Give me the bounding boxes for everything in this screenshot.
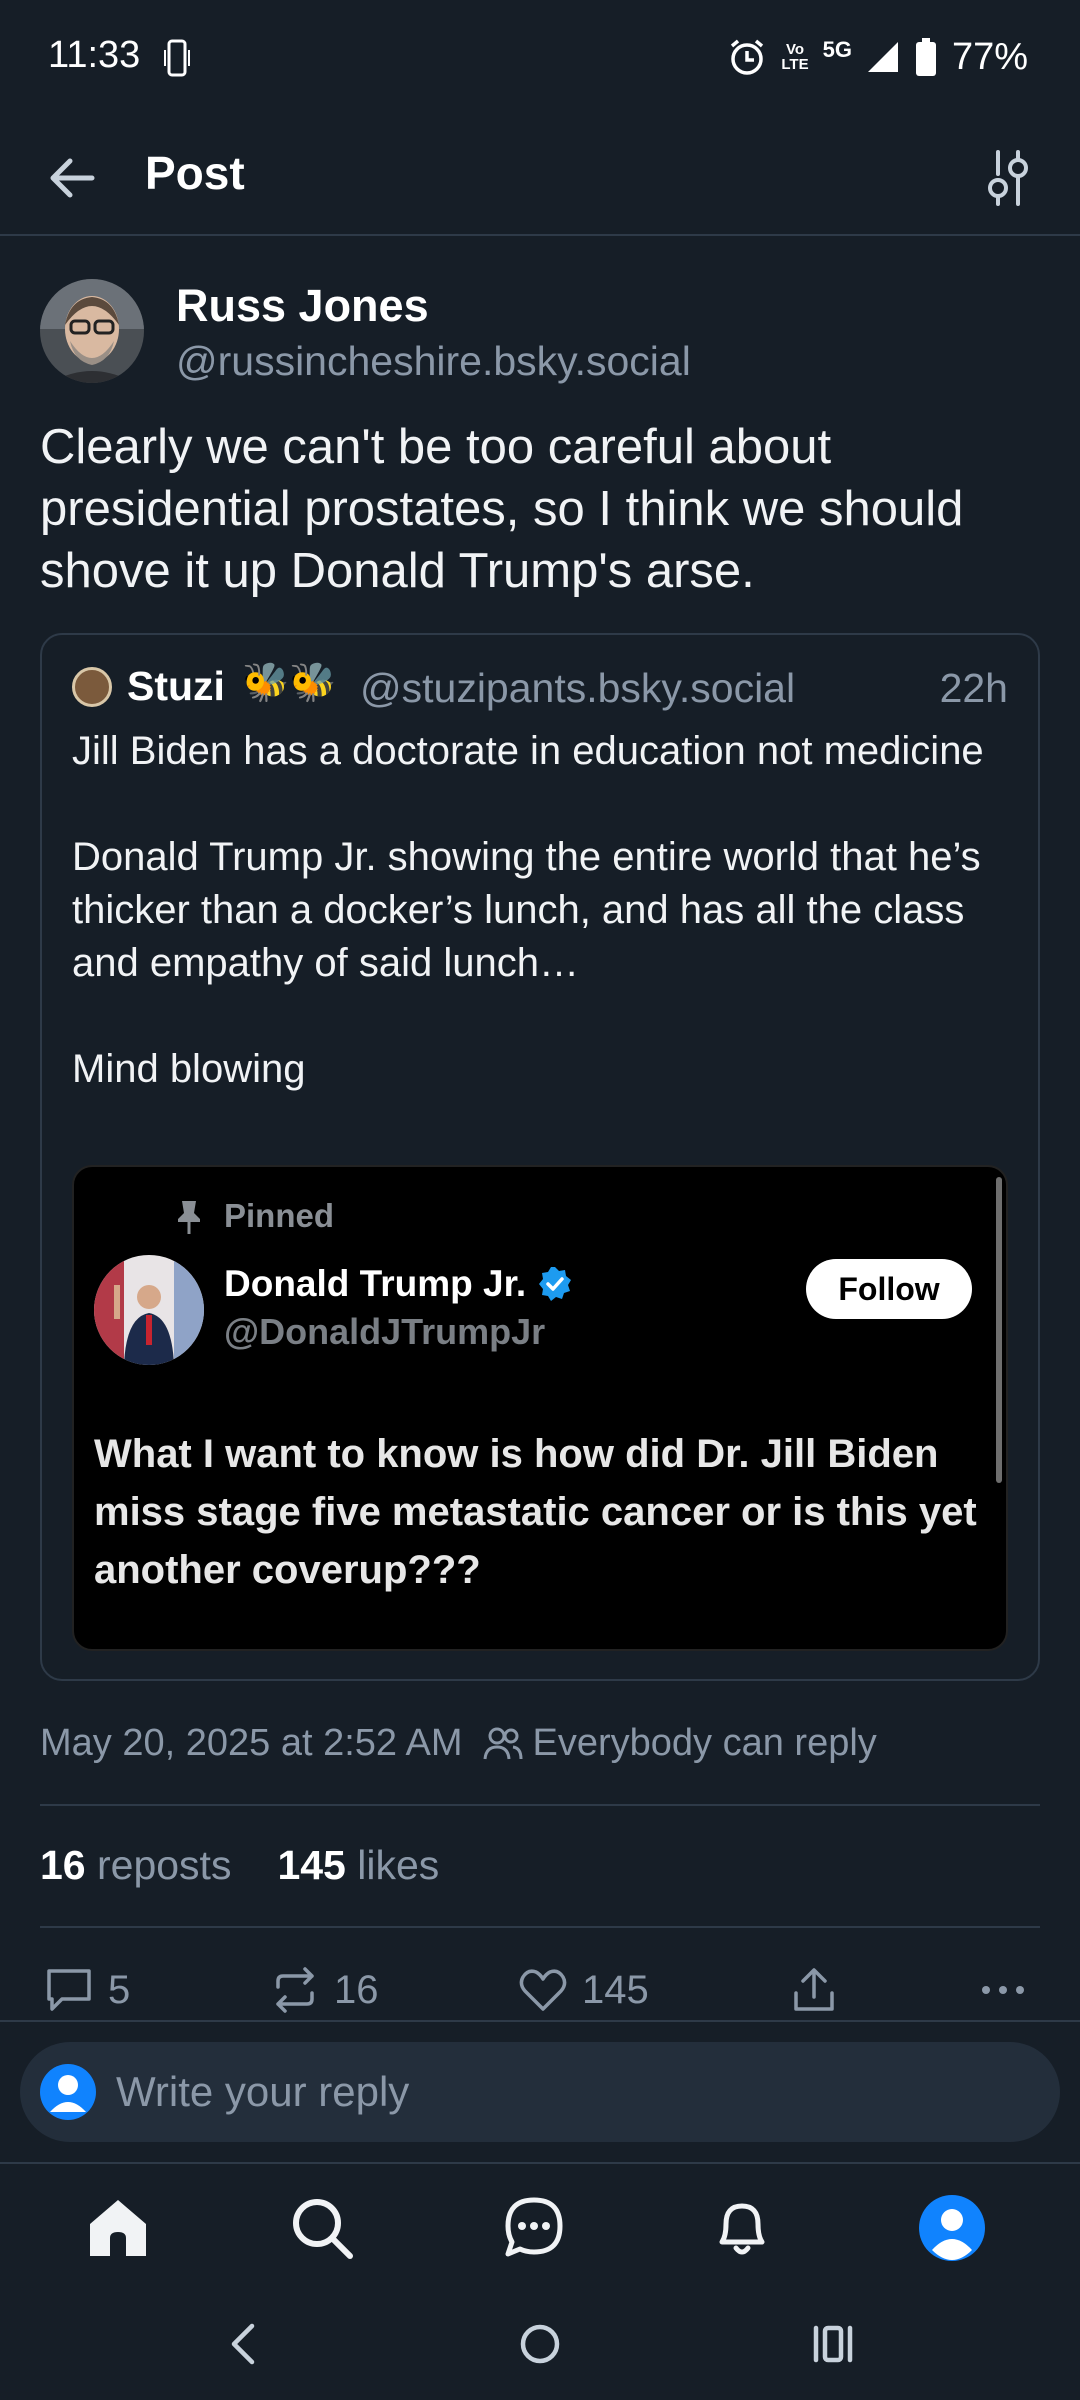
search-icon bbox=[293, 2199, 353, 2259]
alarm-icon bbox=[727, 37, 767, 77]
nav-search[interactable] bbox=[286, 2192, 358, 2264]
nav-home[interactable] bbox=[82, 2192, 154, 2264]
reply-setting-label: Everybody can reply bbox=[532, 1722, 877, 1764]
reply-input[interactable]: Write your reply bbox=[20, 2042, 1060, 2142]
post-meta: May 20, 2025 at 2:52 AM Everybody can re… bbox=[40, 1722, 877, 1765]
likes-count: 145 bbox=[277, 1842, 346, 1888]
thread-settings-button[interactable] bbox=[978, 146, 1038, 210]
signal-icon bbox=[866, 40, 900, 74]
repost-button[interactable]: 16 bbox=[270, 1960, 379, 2020]
embed-handle: @DonaldJTrumpJr bbox=[224, 1311, 546, 1352]
system-recents-button[interactable] bbox=[810, 2320, 858, 2368]
arrow-left-icon bbox=[50, 158, 95, 198]
like-button[interactable]: 145 bbox=[518, 1960, 649, 2020]
more-button[interactable] bbox=[978, 1960, 1028, 2020]
repost-count: 16 bbox=[334, 1967, 379, 2012]
quoted-post-text: Jill Biden has a doctorate in education … bbox=[72, 729, 984, 1091]
reply-count: 5 bbox=[108, 1967, 131, 2012]
share-button[interactable] bbox=[790, 1960, 838, 2020]
repost-arrows-icon bbox=[276, 1967, 314, 2013]
reply-setting: Everybody can reply bbox=[483, 1722, 877, 1765]
quoted-author-handle: @stuzipants.bsky.social bbox=[360, 665, 796, 711]
like-count: 145 bbox=[582, 1967, 649, 2012]
pinned-label: Pinned bbox=[224, 1197, 335, 1234]
volte-line2: LTE bbox=[781, 56, 809, 73]
quoted-post-time: 22h bbox=[939, 665, 1008, 711]
embed-name: Donald Trump Jr. bbox=[224, 1263, 527, 1304]
bottom-nav bbox=[0, 2162, 1080, 2292]
network-type: 5G bbox=[822, 37, 852, 62]
chat-icon bbox=[505, 2197, 563, 2257]
pin-icon bbox=[174, 1199, 204, 1235]
vibrate-icon bbox=[164, 38, 190, 78]
quoted-post[interactable]: Stuzi 🐝🐝 @stuzipants.bsky.social 22h Jil… bbox=[40, 633, 1040, 1681]
embed-text: What I want to know is how did Dr. Jill … bbox=[94, 1432, 977, 1592]
status-time: 11:33 bbox=[48, 34, 141, 76]
quoted-author-avatar bbox=[72, 667, 112, 707]
sliders-icon bbox=[988, 150, 1028, 206]
status-icons: Vo LTE 5G 77% bbox=[727, 34, 1028, 80]
page-title: Post bbox=[145, 147, 245, 199]
share-upload-icon bbox=[794, 1968, 834, 2011]
reposts-count: 16 bbox=[40, 1842, 86, 1888]
post-text: Clearly we can't be too careful about pr… bbox=[40, 420, 964, 598]
divider bbox=[40, 1804, 1040, 1806]
system-nav bbox=[0, 2292, 1080, 2400]
post-actions: 5 16 145 bbox=[0, 1960, 1080, 2020]
embed-scrollbar bbox=[996, 1177, 1002, 1483]
reposts-stat[interactable]: 16 reposts bbox=[40, 1842, 231, 1889]
embed-avatar bbox=[94, 1255, 204, 1365]
nav-profile[interactable] bbox=[916, 2192, 988, 2264]
author-handle[interactable]: @russincheshire.bsky.social bbox=[176, 338, 691, 385]
nav-notifications[interactable] bbox=[706, 2192, 778, 2264]
speech-bubble-icon bbox=[47, 1969, 91, 2011]
status-bar: 11:33 Vo LTE 5G 77% bbox=[0, 0, 1080, 118]
system-home-button[interactable] bbox=[518, 2320, 562, 2368]
author-avatar[interactable] bbox=[40, 279, 144, 383]
battery-percent: 77% bbox=[951, 35, 1028, 78]
post-stats: 16 reposts 145 likes bbox=[40, 1842, 439, 1889]
back-button[interactable] bbox=[40, 148, 112, 208]
nav-messages[interactable] bbox=[498, 2192, 570, 2264]
people-icon bbox=[483, 1726, 523, 1762]
follow-button: Follow bbox=[806, 1259, 972, 1319]
reply-placeholder: Write your reply bbox=[116, 2068, 410, 2115]
user-avatar-icon bbox=[40, 2064, 96, 2120]
divider bbox=[40, 1926, 1040, 1928]
quoted-author-emoji: 🐝🐝 bbox=[242, 662, 337, 704]
quoted-author-name: Stuzi bbox=[127, 663, 225, 709]
post-header: Post bbox=[0, 118, 1080, 236]
recents-icon bbox=[813, 2325, 853, 2363]
post-timestamp: May 20, 2025 at 2:52 AM bbox=[40, 1722, 463, 1764]
verified-badge-icon bbox=[536, 1265, 574, 1303]
home-icon bbox=[90, 2200, 146, 2256]
likes-stat[interactable]: 145 likes bbox=[277, 1842, 439, 1889]
author-name[interactable]: Russ Jones bbox=[176, 280, 429, 332]
battery-icon bbox=[914, 37, 938, 77]
circle-home-icon bbox=[520, 2324, 560, 2364]
reply-button[interactable]: 5 bbox=[44, 1960, 130, 2020]
quoted-post-image[interactable]: Pinned Donald Trump Jr. @DonaldJTrumpJr … bbox=[72, 1165, 1008, 1651]
profile-avatar-icon bbox=[919, 2195, 985, 2261]
system-back-button[interactable] bbox=[222, 2320, 266, 2368]
reposts-label: reposts bbox=[85, 1842, 232, 1888]
volte-line1: Vo bbox=[785, 41, 804, 58]
bell-icon bbox=[719, 2203, 765, 2255]
ellipsis-icon bbox=[982, 1986, 1024, 1994]
likes-label: likes bbox=[345, 1842, 440, 1888]
volte-icon: Vo LTE bbox=[781, 42, 808, 72]
heart-icon bbox=[519, 1969, 567, 2011]
chevron-left-icon bbox=[231, 2323, 255, 2365]
